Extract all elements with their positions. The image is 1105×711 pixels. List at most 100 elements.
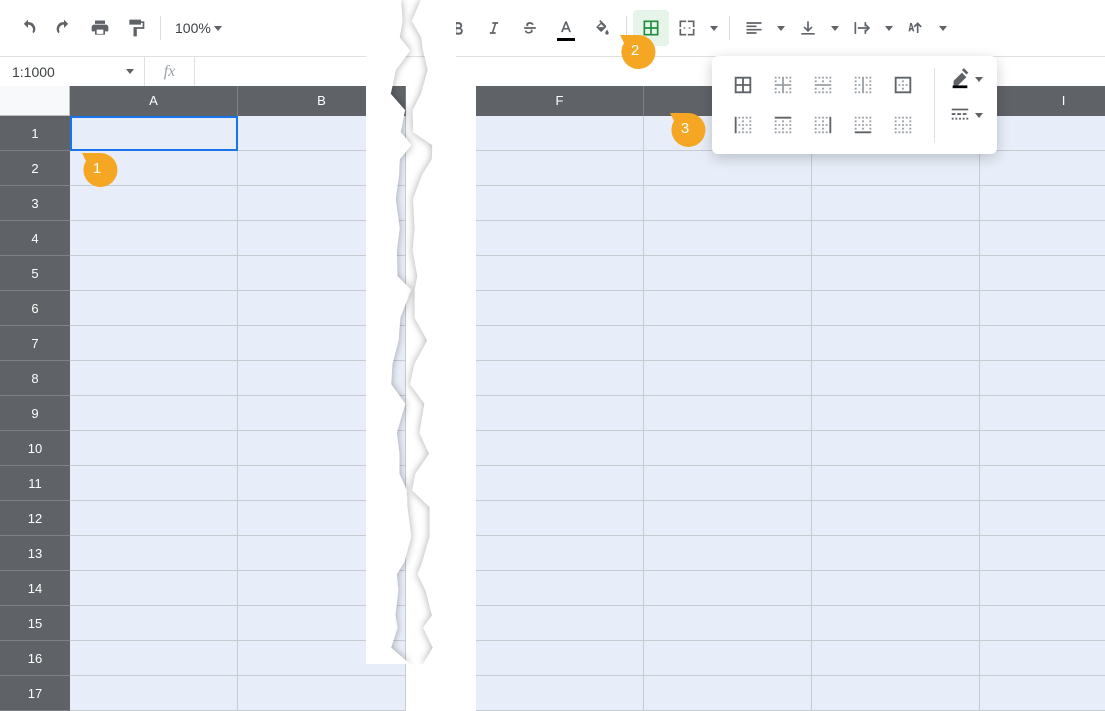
cell[interactable] xyxy=(476,326,644,361)
cell[interactable] xyxy=(476,221,644,256)
cell[interactable] xyxy=(476,431,644,466)
cell[interactable] xyxy=(644,221,812,256)
vertical-align-button[interactable] xyxy=(790,10,844,46)
cell[interactable] xyxy=(476,151,644,186)
cell[interactable] xyxy=(238,361,406,396)
border-vertical-button[interactable] xyxy=(846,68,880,102)
row-header[interactable]: 11 xyxy=(0,466,70,501)
cell[interactable] xyxy=(70,606,238,641)
cell[interactable] xyxy=(812,256,980,291)
cell[interactable] xyxy=(812,571,980,606)
cell[interactable] xyxy=(238,396,406,431)
cell[interactable] xyxy=(812,676,980,711)
cell[interactable] xyxy=(70,256,238,291)
cell[interactable] xyxy=(238,606,406,641)
cell[interactable] xyxy=(980,676,1105,711)
row-header[interactable]: 14 xyxy=(0,571,70,606)
row-header[interactable]: 7 xyxy=(0,326,70,361)
cell[interactable] xyxy=(644,151,812,186)
cell[interactable] xyxy=(644,606,812,641)
row-header[interactable]: 9 xyxy=(0,396,70,431)
column-header[interactable]: A xyxy=(70,86,238,116)
border-inner-button[interactable] xyxy=(766,68,800,102)
strikethrough-button[interactable] xyxy=(512,10,548,46)
cell[interactable] xyxy=(644,431,812,466)
cell[interactable] xyxy=(980,431,1105,466)
redo-button[interactable] xyxy=(46,10,82,46)
row-header[interactable]: 15 xyxy=(0,606,70,641)
cell[interactable] xyxy=(238,676,406,711)
row-header[interactable]: 10 xyxy=(0,431,70,466)
fill-color-button[interactable] xyxy=(584,10,620,46)
row-header[interactable]: 2 xyxy=(0,151,70,186)
cell[interactable] xyxy=(476,676,644,711)
cell[interactable] xyxy=(70,536,238,571)
cell[interactable] xyxy=(644,291,812,326)
cell[interactable] xyxy=(980,221,1105,256)
row-header[interactable]: 8 xyxy=(0,361,70,396)
cell[interactable] xyxy=(980,571,1105,606)
cell[interactable] xyxy=(980,396,1105,431)
cell[interactable] xyxy=(238,256,406,291)
cell[interactable] xyxy=(812,501,980,536)
border-clear-button[interactable] xyxy=(886,108,920,142)
cell[interactable] xyxy=(980,466,1105,501)
name-box-input[interactable] xyxy=(10,63,100,81)
cell[interactable] xyxy=(238,571,406,606)
cell[interactable] xyxy=(476,291,644,326)
row-header[interactable]: 6 xyxy=(0,291,70,326)
cell[interactable] xyxy=(980,326,1105,361)
cell[interactable] xyxy=(476,396,644,431)
cell[interactable] xyxy=(70,326,238,361)
cell[interactable] xyxy=(70,466,238,501)
cell[interactable] xyxy=(812,536,980,571)
cell[interactable] xyxy=(238,466,406,501)
row-header[interactable]: 12 xyxy=(0,501,70,536)
row-header[interactable]: 4 xyxy=(0,221,70,256)
paint-format-button[interactable] xyxy=(118,10,154,46)
cell[interactable] xyxy=(238,536,406,571)
cell[interactable] xyxy=(70,361,238,396)
print-button[interactable] xyxy=(82,10,118,46)
cell[interactable] xyxy=(644,466,812,501)
cell[interactable] xyxy=(644,536,812,571)
border-bottom-button[interactable] xyxy=(846,108,880,142)
cell[interactable] xyxy=(644,641,812,676)
row-header[interactable]: 1 xyxy=(0,116,70,151)
cell[interactable] xyxy=(812,326,980,361)
cell[interactable] xyxy=(476,571,644,606)
italic-button[interactable] xyxy=(476,10,512,46)
border-horizontal-button[interactable] xyxy=(806,68,840,102)
select-all-corner[interactable] xyxy=(0,86,70,116)
cell[interactable] xyxy=(476,116,644,151)
row-header[interactable]: 13 xyxy=(0,536,70,571)
cell[interactable] xyxy=(476,466,644,501)
cell[interactable] xyxy=(644,396,812,431)
cell[interactable] xyxy=(980,291,1105,326)
cell[interactable] xyxy=(644,501,812,536)
row-header[interactable]: 5 xyxy=(0,256,70,291)
cell[interactable] xyxy=(476,641,644,676)
bold-button[interactable] xyxy=(440,10,476,46)
cell[interactable] xyxy=(980,361,1105,396)
cell[interactable] xyxy=(980,151,1105,186)
name-box[interactable] xyxy=(0,57,145,86)
cell[interactable] xyxy=(238,326,406,361)
cell[interactable] xyxy=(644,361,812,396)
cell[interactable] xyxy=(70,221,238,256)
cell[interactable] xyxy=(476,256,644,291)
cell[interactable] xyxy=(812,606,980,641)
cell[interactable] xyxy=(70,501,238,536)
cell[interactable] xyxy=(238,116,406,151)
border-color-button[interactable] xyxy=(949,68,983,90)
cell[interactable] xyxy=(812,641,980,676)
cell[interactable] xyxy=(812,396,980,431)
horizontal-align-button[interactable] xyxy=(736,10,790,46)
text-rotation-button[interactable] xyxy=(898,10,952,46)
cell[interactable] xyxy=(476,606,644,641)
border-top-button[interactable] xyxy=(766,108,800,142)
column-header[interactable]: F xyxy=(476,86,644,116)
cell[interactable] xyxy=(476,186,644,221)
undo-button[interactable] xyxy=(10,10,46,46)
border-right-button[interactable] xyxy=(806,108,840,142)
